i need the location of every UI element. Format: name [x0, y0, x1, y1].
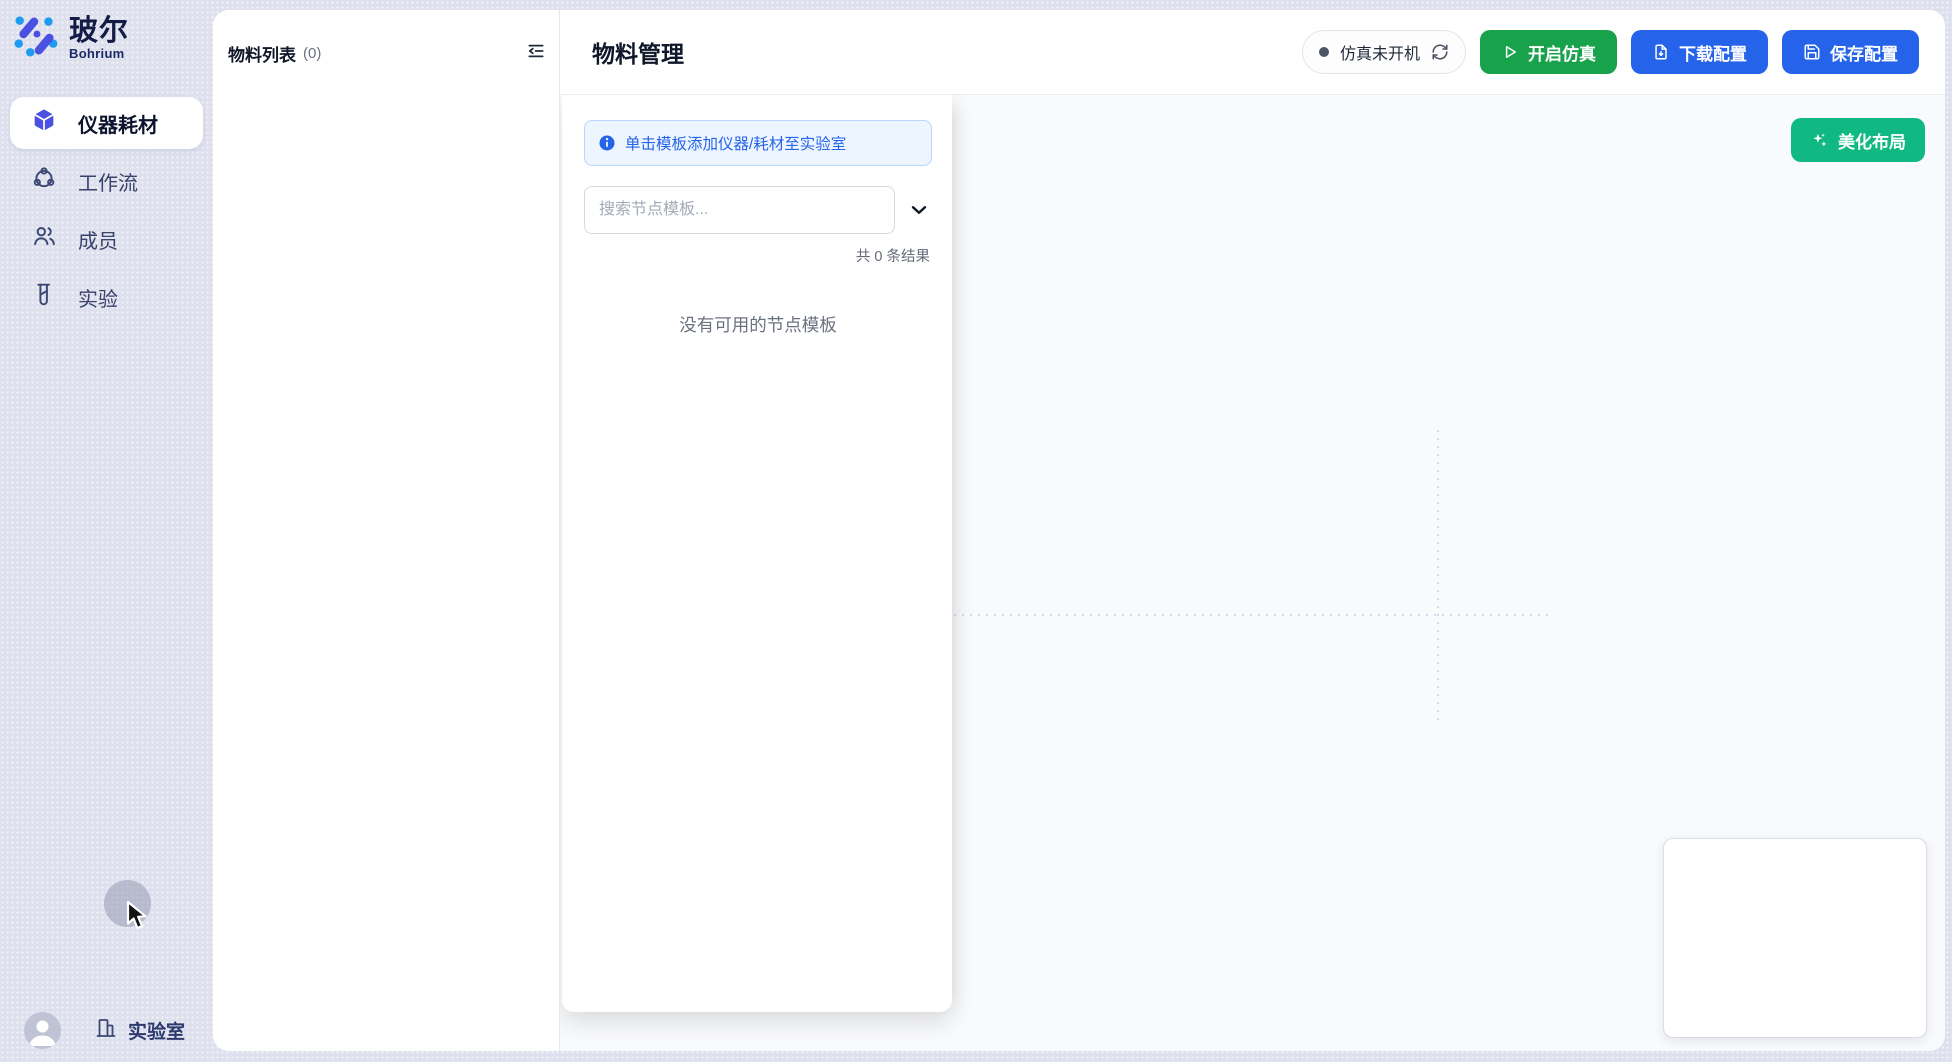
save-icon: [1803, 43, 1821, 61]
user-avatar[interactable]: [24, 1012, 61, 1049]
cube-icon: [31, 107, 57, 139]
page-header: 物料管理 仿真未开机: [560, 10, 1945, 95]
node-template-panel: 单击模板添加仪器/耗材至实验室 共 0 条结果 没: [562, 95, 952, 1012]
start-simulation-button[interactable]: 开启仿真: [1480, 30, 1617, 74]
beautify-layout-button[interactable]: 美化布局: [1791, 118, 1925, 162]
flow-canvas[interactable]: 单击模板添加仪器/耗材至实验室 共 0 条结果 没: [560, 95, 1945, 1051]
materials-list-count: (0): [303, 45, 321, 62]
template-hint-text: 单击模板添加仪器/耗材至实验室: [625, 132, 846, 154]
sidebar-footer: 实验室: [0, 1012, 213, 1049]
empty-templates-message: 没有可用的节点模板: [584, 312, 932, 337]
refresh-icon[interactable]: [1431, 43, 1449, 61]
save-config-label: 保存配置: [1830, 40, 1898, 65]
materials-list-panel: 物料列表 (0): [213, 10, 560, 1051]
start-simulation-label: 开启仿真: [1528, 40, 1596, 65]
collapse-panel-icon[interactable]: [526, 41, 546, 66]
sidebar-item-instruments[interactable]: 仪器耗材: [10, 97, 203, 149]
chevron-down-icon: [908, 199, 930, 221]
download-config-button[interactable]: 下载配置: [1631, 30, 1768, 74]
canvas-guide-vertical: [1437, 430, 1439, 720]
header-actions: 仿真未开机: [1302, 30, 1919, 74]
page-title: 物料管理: [592, 35, 684, 69]
brand-name: 玻尔 Bohrium: [69, 16, 129, 61]
lab-label: 实验室: [128, 1017, 185, 1044]
sparkles-icon: [1810, 131, 1829, 150]
expand-categories-button[interactable]: [906, 197, 932, 223]
sidebar-item-members[interactable]: 成员: [10, 213, 203, 265]
sidebar-item-label: 仪器耗材: [78, 109, 158, 138]
template-search-row: [584, 186, 932, 234]
template-search-input[interactable]: [584, 186, 895, 234]
save-config-button[interactable]: 保存配置: [1782, 30, 1919, 74]
simulation-status-chip[interactable]: 仿真未开机: [1302, 30, 1466, 74]
status-dot-icon: [1319, 47, 1329, 57]
search-result-count: 共 0 条结果: [584, 245, 932, 266]
brand-title: 玻尔: [69, 16, 129, 46]
members-icon: [31, 223, 57, 255]
sidebar-item-label: 实验: [78, 283, 118, 312]
download-config-label: 下载配置: [1679, 40, 1747, 65]
file-download-icon: [1652, 43, 1670, 61]
info-icon: [598, 134, 616, 152]
materials-list-title: 物料列表: [228, 41, 296, 66]
sidebar-item-experiments[interactable]: 实验: [10, 271, 203, 323]
minimap[interactable]: [1663, 838, 1927, 1038]
play-icon: [1501, 43, 1519, 61]
bohrium-logo-icon: [13, 13, 59, 64]
app-window: 玻尔 Bohrium 仪器耗材: [0, 0, 1952, 1062]
building-icon: [94, 1016, 118, 1046]
beautify-layout-label: 美化布局: [1838, 128, 1906, 153]
main-column: 物料管理 仿真未开机: [560, 10, 1945, 1051]
sidebar-nav: 仪器耗材 工作流: [0, 97, 213, 323]
test-tube-icon: [31, 281, 57, 313]
brand-subtitle: Bohrium: [69, 46, 129, 61]
sidebar-item-label: 成员: [78, 225, 118, 254]
sidebar: 玻尔 Bohrium 仪器耗材: [0, 0, 213, 1062]
simulation-status-label: 仿真未开机: [1340, 40, 1420, 64]
template-hint-alert: 单击模板添加仪器/耗材至实验室: [584, 120, 932, 166]
main-container: 物料列表 (0) 物料管理 仿真未开机: [213, 10, 1945, 1051]
sidebar-item-label: 工作流: [78, 167, 138, 196]
materials-list-header: 物料列表 (0): [213, 10, 559, 66]
lab-entry[interactable]: 实验室: [94, 1016, 185, 1046]
sidebar-item-workflow[interactable]: 工作流: [10, 155, 203, 207]
brand-logo: 玻尔 Bohrium: [0, 0, 213, 64]
workflow-icon: [31, 165, 57, 197]
canvas-guide-horizontal: [954, 614, 1550, 616]
